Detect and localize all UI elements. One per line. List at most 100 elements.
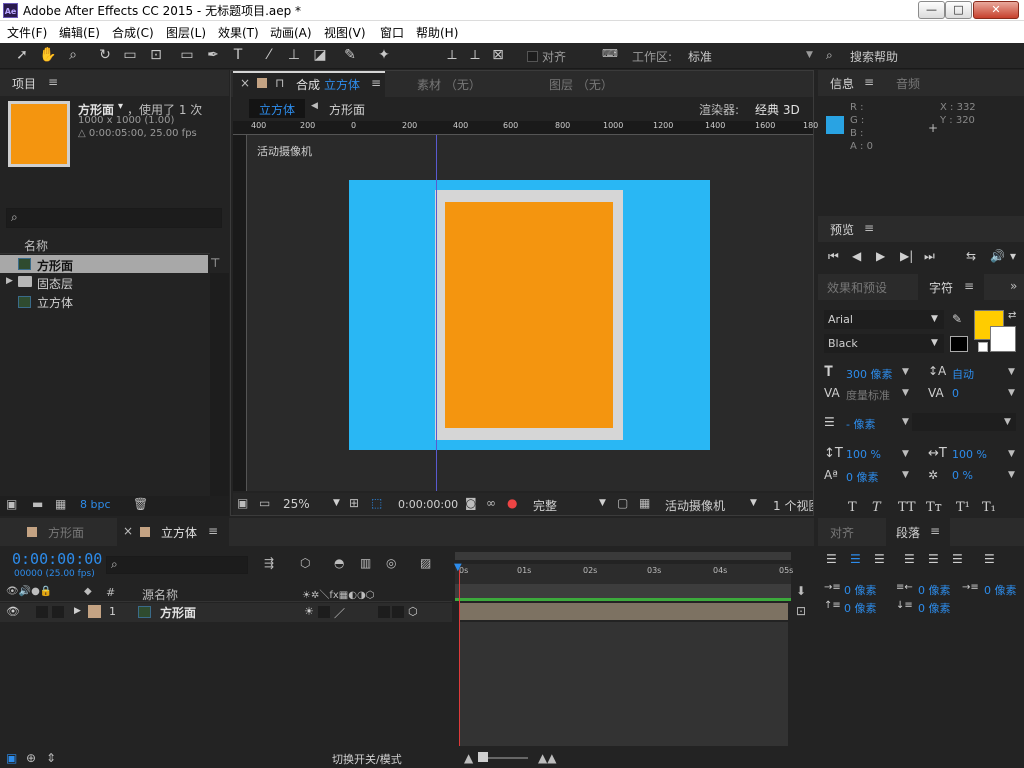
world-axis-icon[interactable]: ⟂ <box>465 47 485 63</box>
column-source-name[interactable]: 源名称 <box>142 586 178 603</box>
eyedropper-icon[interactable]: ✎ <box>952 312 962 326</box>
space-before-value[interactable]: 0 像素 <box>844 600 877 616</box>
puppet-pin-tool-icon[interactable]: ✦ <box>374 47 394 63</box>
faux-bold-icon[interactable]: T <box>848 500 857 515</box>
renderer-value[interactable]: 经典 3D <box>755 101 800 118</box>
local-axis-icon[interactable]: ⟂ <box>442 47 462 63</box>
camera-chevron-down-icon[interactable]: ▼ <box>750 498 757 508</box>
tab-audio[interactable]: 音频 <box>896 75 920 92</box>
menu-window[interactable]: 窗口 <box>380 24 404 41</box>
indent-left-value[interactable]: 0 像素 <box>844 582 877 598</box>
eraser-tool-icon[interactable]: ◪ <box>310 47 330 63</box>
layer-duration-bar[interactable] <box>459 603 788 620</box>
motion-blur-icon[interactable]: ◎ <box>386 556 396 570</box>
bit-depth-button[interactable]: 8 bpc <box>80 498 111 511</box>
superscript-icon[interactable]: T¹ <box>956 500 970 515</box>
project-search-input[interactable]: ⌕ <box>6 208 222 228</box>
vertical-ruler[interactable] <box>233 135 247 491</box>
preview-settings-icon[interactable]: ▾ <box>1010 249 1016 263</box>
breadcrumb-item[interactable]: 立方体 <box>259 101 295 118</box>
panel-menu-icon[interactable]: ≡ <box>371 76 381 90</box>
shy-layers-icon[interactable]: ◓ <box>334 556 344 570</box>
transfer-controls-icon[interactable]: ⊕ <box>26 751 36 765</box>
workspace-chevron-down-icon[interactable]: ▼ <box>806 50 813 60</box>
zoom-out-icon[interactable]: ▲ <box>464 751 473 765</box>
previous-frame-icon[interactable]: ◀ <box>852 249 861 263</box>
align-center-icon[interactable]: ☰ <box>850 552 861 566</box>
frame-blending-icon[interactable]: ▥ <box>360 556 371 570</box>
hscale-chevron-down-icon[interactable]: ▼ <box>1008 449 1015 459</box>
mute-audio-icon[interactable]: 🔊 <box>990 249 1005 263</box>
comp-button-icon[interactable]: ⬇ <box>796 584 806 598</box>
interpret-footage-icon[interactable]: ▣ <box>6 497 17 511</box>
baseline-chevron-down-icon[interactable]: ▼ <box>902 470 909 480</box>
horizontal-ruler[interactable]: 400 200 0 200 400 600 800 1000 1200 1400… <box>233 121 818 135</box>
quality-chevron-down-icon[interactable]: ▼ <box>599 498 606 508</box>
menu-effect[interactable]: 效果(T) <box>218 24 259 41</box>
close-tab-icon[interactable]: × <box>240 76 250 90</box>
subscript-icon[interactable]: T₁ <box>982 500 996 515</box>
kerning-value[interactable]: 度量标准 <box>846 387 890 403</box>
menu-layer[interactable]: 图层(L) <box>166 24 206 41</box>
flowchart-icon[interactable]: ⊤ <box>210 256 220 270</box>
timeline-timecode[interactable]: 0:00:00:00 <box>12 550 102 568</box>
lock-icon[interactable]: ⊓ <box>275 76 284 90</box>
toggle-switches-modes[interactable]: 切换开关/模式 <box>332 751 402 767</box>
zoom-chevron-down-icon[interactable]: ▼ <box>333 498 340 508</box>
font-size-value[interactable]: 300 像素 <box>846 366 893 382</box>
draft-3d-icon[interactable]: ⬡ <box>300 556 310 570</box>
resolution-icon[interactable]: ⊞ <box>349 496 359 510</box>
indent-right-value[interactable]: 0 像素 <box>918 582 951 598</box>
comp-flowchart-icon[interactable]: ⊡ <box>796 604 806 618</box>
pan-behind-tool-icon[interactable]: ⊡ <box>146 47 166 63</box>
zoom-dropdown[interactable]: 25% <box>283 497 310 511</box>
brush-tool-icon[interactable]: ⁄ <box>259 47 279 63</box>
show-snapshot-icon[interactable]: ∞ <box>486 496 496 510</box>
tab-project[interactable]: 项目 <box>12 75 36 92</box>
tsume-value[interactable]: 0 % <box>952 469 973 482</box>
list-item[interactable] <box>0 255 208 273</box>
workspace-dropdown[interactable]: 标准 <box>688 48 712 65</box>
expand-arrow-icon[interactable]: ▶ <box>6 276 13 286</box>
stroke-width-value[interactable]: - 像素 <box>846 416 875 432</box>
indent-first-line-value[interactable]: 0 像素 <box>984 582 1017 598</box>
collapse-switch[interactable] <box>318 606 330 618</box>
zoom-slider-handle[interactable] <box>478 752 488 762</box>
tsume-chevron-down-icon[interactable]: ▼ <box>1008 470 1015 480</box>
column-name[interactable]: 名称 <box>24 237 48 254</box>
space-after-value[interactable]: 0 像素 <box>918 600 951 616</box>
last-frame-icon[interactable]: ⏭ <box>924 249 935 264</box>
layer-label-color[interactable] <box>88 605 101 618</box>
search-help-input[interactable]: 搜索帮助 <box>850 48 898 65</box>
roto-brush-tool-icon[interactable]: ✎ <box>340 47 360 63</box>
maximize-button[interactable]: □ <box>945 1 972 19</box>
loop-icon[interactable]: ⇆ <box>966 249 976 263</box>
play-icon[interactable]: ▶ <box>876 249 885 263</box>
menu-edit[interactable]: 编辑(E) <box>59 24 100 41</box>
text-tool-icon[interactable]: T <box>228 47 248 63</box>
horizontal-scale-value[interactable]: 100 % <box>952 448 987 461</box>
menu-view[interactable]: 视图(V) <box>324 24 366 41</box>
zoom-in-icon[interactable]: ▲▲ <box>538 751 556 765</box>
list-item-label[interactable]: 立方体 <box>37 294 73 311</box>
layer-switches-icon[interactable]: ▣ <box>6 751 17 765</box>
item-chevron-down-icon[interactable]: ▾ <box>118 101 123 112</box>
align-left-icon[interactable]: ☰ <box>826 552 837 566</box>
stroke-chevron-down-icon[interactable]: ▼ <box>902 417 909 427</box>
stroke-color-swatch[interactable] <box>990 326 1016 352</box>
playhead-icon[interactable]: ▼ <box>454 562 462 573</box>
camera-tool-icon[interactable]: ▭ <box>120 47 140 63</box>
zoom-tool-icon[interactable]: ⌕ <box>63 47 83 63</box>
comp-mini-flowchart-icon[interactable]: ⇶ <box>264 556 274 570</box>
visibility-icon[interactable]: 👁 <box>6 605 20 618</box>
tab-effects-presets[interactable]: 效果和预设 <box>827 279 887 296</box>
tab-layer[interactable]: 图层 （无） <box>549 76 613 93</box>
no-fill-icon[interactable] <box>978 342 988 352</box>
rectangle-tool-icon[interactable]: ▭ <box>177 47 197 63</box>
snapping-checkbox[interactable] <box>527 51 538 62</box>
clone-stamp-tool-icon[interactable]: ⊥ <box>284 47 304 63</box>
swap-colors-icon[interactable]: ⇄ <box>1008 310 1016 321</box>
graph-editor-icon[interactable]: ▨ <box>420 556 431 570</box>
timeline-search-input[interactable]: ⌕ <box>106 556 248 574</box>
new-folder-icon[interactable]: ▬ <box>32 497 43 511</box>
